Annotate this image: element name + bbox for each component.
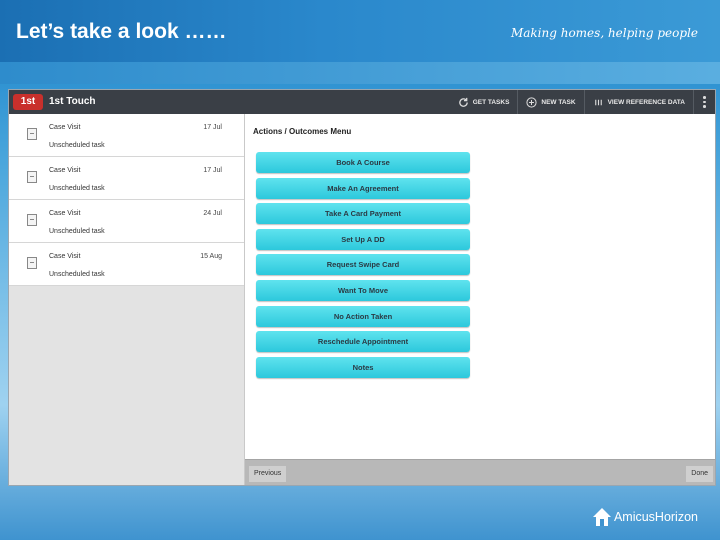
task-date: 24 Jul xyxy=(203,210,222,217)
house-icon xyxy=(592,508,611,526)
request-swipe-card-button[interactable]: Request Swipe Card xyxy=(256,254,470,276)
app-screenshot: 1st 1st Touch GET TASKS NEW TASK VIEW RE… xyxy=(8,89,716,486)
panel-footer: Previous Done xyxy=(245,459,715,485)
task-title: Case Visit xyxy=(49,210,81,217)
task-title: Case Visit xyxy=(49,124,81,131)
task-date: 17 Jul xyxy=(203,124,222,131)
previous-button[interactable]: Previous xyxy=(249,466,287,482)
get-tasks-button[interactable]: GET TASKS xyxy=(450,90,518,114)
view-reference-data-label: VIEW REFERENCE DATA xyxy=(607,98,685,106)
slide-title: Let’s take a look …… xyxy=(16,20,227,43)
document-icon xyxy=(27,214,37,226)
app-logo: 1st xyxy=(13,94,43,110)
reschedule-appointment-button[interactable]: Reschedule Appointment xyxy=(256,331,470,353)
task-subtitle: Unscheduled task xyxy=(49,142,105,149)
slide-header: Let’s take a look …… Making homes, helpi… xyxy=(0,0,720,62)
task-title: Case Visit xyxy=(49,167,81,174)
task-subtitle: Unscheduled task xyxy=(49,271,105,278)
get-tasks-label: GET TASKS xyxy=(472,98,510,106)
want-to-move-button[interactable]: Want To Move xyxy=(256,279,470,301)
task-item[interactable]: Case Visit Unscheduled task 17 Jul xyxy=(9,157,244,200)
brand-logo: AmicusHorizon xyxy=(592,507,698,527)
task-subtitle: Unscheduled task xyxy=(49,228,105,235)
document-icon xyxy=(27,171,37,183)
brand-name: AmicusHorizon xyxy=(613,510,698,524)
book-a-course-button[interactable]: Book A Course xyxy=(256,152,470,173)
refresh-icon xyxy=(458,97,468,107)
actions-panel: Actions / Outcomes Menu Book A Course Ma… xyxy=(245,114,715,485)
set-up-a-dd-button[interactable]: Set Up A DD xyxy=(256,228,470,250)
add-circle-icon xyxy=(526,96,537,108)
app-toolbar: 1st 1st Touch GET TASKS NEW TASK VIEW RE… xyxy=(9,90,715,114)
make-an-agreement-button[interactable]: Make An Agreement xyxy=(256,177,470,199)
toolbar-actions: GET TASKS NEW TASK VIEW REFERENCE DATA xyxy=(450,90,715,114)
task-item[interactable]: Case Visit Unscheduled task 17 Jul xyxy=(9,114,244,157)
view-reference-data-button[interactable]: VIEW REFERENCE DATA xyxy=(583,90,693,114)
task-item[interactable]: Case Visit Unscheduled task 24 Jul xyxy=(9,200,244,243)
header-band xyxy=(0,62,720,84)
task-date: 17 Jul xyxy=(203,167,222,174)
new-task-label: NEW TASK xyxy=(541,98,576,106)
panel-title: Actions / Outcomes Menu xyxy=(253,127,352,136)
overflow-menu-icon[interactable] xyxy=(693,90,715,114)
no-action-taken-button[interactable]: No Action Taken xyxy=(256,305,470,327)
document-icon xyxy=(27,128,37,140)
app-name: 1st Touch xyxy=(49,96,96,107)
task-subtitle: Unscheduled task xyxy=(49,185,105,192)
slide-tagline: Making homes, helping people xyxy=(510,26,698,40)
take-a-card-payment-button[interactable]: Take A Card Payment xyxy=(256,203,470,225)
task-item[interactable]: Case Visit Unscheduled task 15 Aug xyxy=(9,243,244,286)
done-button[interactable]: Done xyxy=(686,466,713,482)
task-date: 15 Aug xyxy=(200,253,222,260)
task-title: Case Visit xyxy=(49,253,81,260)
list-icon xyxy=(594,99,602,105)
task-list: Case Visit Unscheduled task 17 Jul Case … xyxy=(9,114,245,485)
document-icon xyxy=(27,257,37,269)
new-task-button[interactable]: NEW TASK xyxy=(517,90,583,114)
notes-button[interactable]: Notes xyxy=(256,356,470,378)
actions-menu: Book A Course Make An Agreement Take A C… xyxy=(256,152,470,382)
